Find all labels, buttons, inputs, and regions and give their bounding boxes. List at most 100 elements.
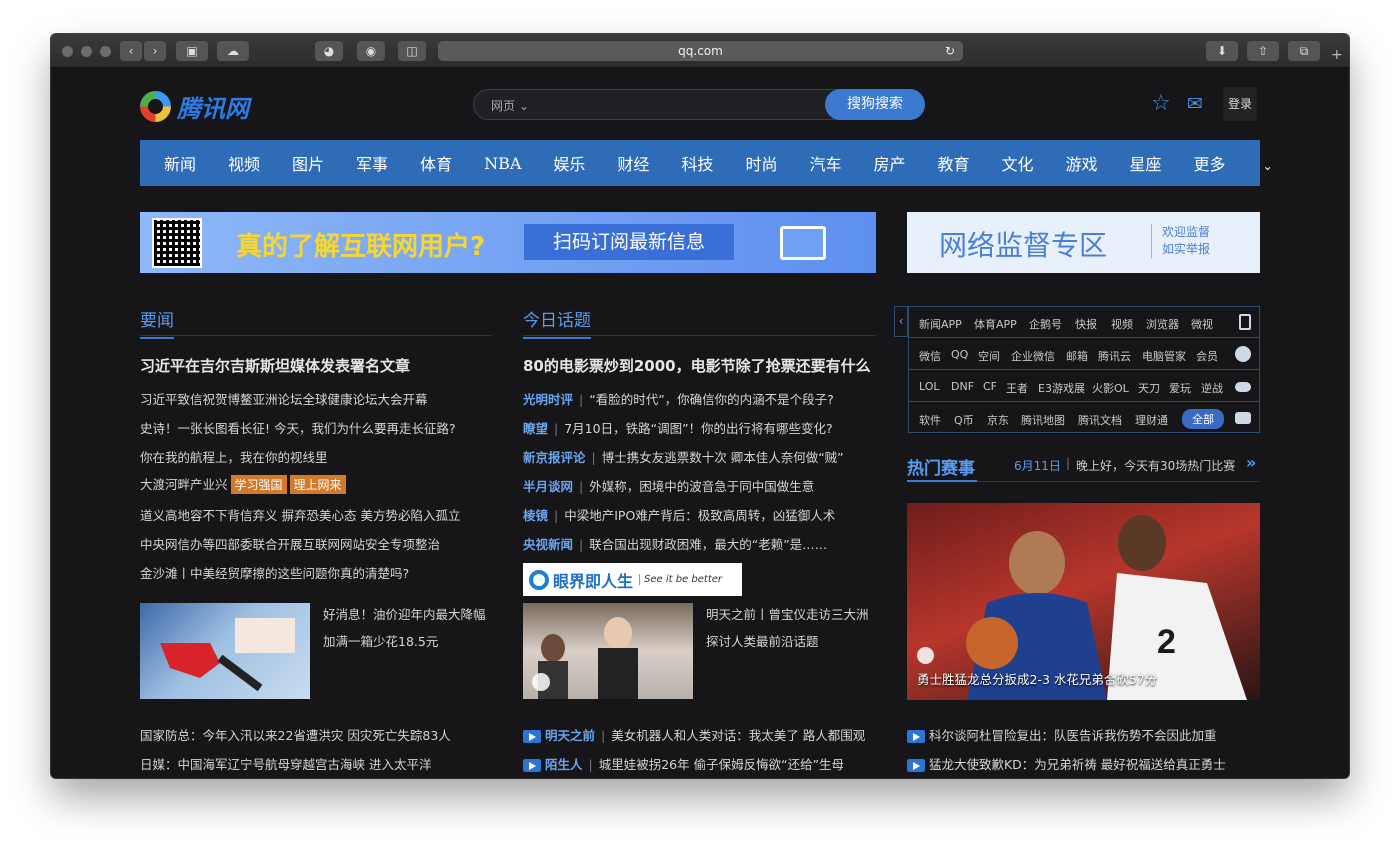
video-source[interactable]: 陌生人 — [545, 757, 583, 772]
video-item[interactable]: 猛龙大使致歉KD：为兄弟祈祷 最好祝福送给真正勇士 — [907, 754, 1226, 773]
nav-item-entertainment[interactable]: 娱乐 — [553, 151, 585, 175]
nav-item-nba[interactable]: NBA — [484, 154, 521, 173]
service-link[interactable]: 企业微信 — [1011, 348, 1055, 364]
gamepad-icon[interactable] — [1235, 382, 1251, 392]
news-item[interactable]: 史诗！一张长图看长征! 今天，我们为什么要再走长征路? — [140, 418, 456, 437]
nav-item-photos[interactable]: 图片 — [292, 151, 324, 175]
topic-item[interactable]: 瞭望 | 7月10日，铁路“调图”！你的出行将有哪些变化? — [523, 418, 833, 437]
service-link[interactable]: 腾讯地图 — [1021, 412, 1065, 428]
tabs-overview-icon[interactable]: ⧉ — [1288, 41, 1320, 61]
service-link[interactable]: 浏览器 — [1146, 316, 1179, 332]
topic-item[interactable]: 央视新闻 | 联合国出现财政困难，最大的“老赖”是…… — [523, 534, 827, 553]
service-link[interactable]: 理财通 — [1135, 412, 1168, 428]
service-link[interactable]: 逆战 — [1201, 380, 1223, 396]
mobile-phone-icon[interactable] — [1239, 314, 1251, 330]
topic-source[interactable]: 半月谈网 — [523, 479, 573, 494]
service-link[interactable]: CF — [983, 380, 997, 393]
nav-item-tech[interactable]: 科技 — [681, 151, 713, 175]
service-link[interactable]: 腾讯云 — [1098, 348, 1131, 364]
topic-source[interactable]: 光明时评 — [523, 392, 573, 407]
feature-text-2[interactable]: 加满一箱少花18.5元 — [323, 631, 438, 650]
service-link[interactable]: 天刀 — [1138, 380, 1160, 396]
service-link[interactable]: 新闻APP — [919, 316, 962, 332]
topic-item[interactable]: 半月谈网 | 外媒称，困境中的波音急于同中国做生意 — [523, 476, 814, 495]
service-link[interactable]: 视频 — [1111, 316, 1133, 332]
service-link[interactable]: QQ — [951, 348, 968, 361]
site-logo[interactable]: 腾讯网 — [140, 89, 249, 124]
robot-conversation-photo[interactable] — [523, 603, 693, 699]
service-link[interactable]: 微信 — [919, 348, 941, 364]
favorite-star-icon[interactable]: ☆ — [1151, 91, 1171, 116]
service-link[interactable]: 京东 — [987, 412, 1009, 428]
service-link[interactable]: 软件 — [919, 412, 941, 428]
close-window-button[interactable] — [62, 46, 73, 57]
service-link[interactable]: E3游戏展 — [1038, 380, 1085, 396]
icloud-tabs-icon[interactable]: ☁ — [217, 41, 249, 61]
all-services-button[interactable]: 全部 — [1182, 409, 1224, 429]
news-item[interactable]: 日媒：中国海军辽宁号航母穿越宫古海峡 进入太平洋 — [140, 754, 431, 773]
feature-text-1[interactable]: 好消息！油价迎年内最大降幅 — [323, 604, 486, 623]
topic-item[interactable]: 新京报评论 | 博士携女友逃票数十次 卿本佳人奈何做“贼” — [523, 447, 844, 466]
video-item[interactable]: 科尔谈阿杜冒险复出：队医告诉我伤势不会因此加重 — [907, 725, 1217, 744]
play-video-icon[interactable] — [917, 647, 934, 664]
sidebar-toggle-icon[interactable]: ▣ — [176, 41, 208, 61]
yanjie-promo-banner[interactable]: 眼界即人生 See it be better — [523, 563, 742, 596]
nav-item-video[interactable]: 视频 — [228, 151, 260, 175]
tag-xuexi[interactable]: 学习强国 — [230, 475, 287, 494]
back-button[interactable]: ‹ — [120, 41, 142, 61]
yaowen-title[interactable]: 要闻 — [140, 306, 174, 339]
double-chevron-right-icon[interactable]: » — [1246, 453, 1256, 472]
search-box[interactable]: 网页 ⌄ 搜狗搜索 — [473, 89, 925, 120]
nav-item-fashion[interactable]: 时尚 — [745, 151, 777, 175]
fuel-pump-photo[interactable] — [140, 603, 310, 699]
topic-item[interactable]: 光明时评 | “看脸的时代”，你确信你的内涵不是个段子? — [523, 389, 834, 408]
service-link[interactable]: 会员 — [1196, 348, 1218, 364]
nav-item-culture[interactable]: 文化 — [1002, 151, 1034, 175]
service-link[interactable]: 腾讯文档 — [1078, 412, 1122, 428]
reload-icon[interactable]: ↻ — [945, 41, 955, 61]
feature-text-1[interactable]: 明天之前丨曾宝仪走访三大洲 — [706, 604, 869, 623]
service-link[interactable]: 电脑管家 — [1142, 348, 1186, 364]
nav-item-finance[interactable]: 财经 — [617, 151, 649, 175]
service-link[interactable]: Q币 — [954, 412, 974, 428]
service-link[interactable]: 爱玩 — [1169, 380, 1191, 396]
news-item[interactable]: 金沙滩丨中美经贸摩擦的这些问题你真的清楚吗? — [140, 563, 409, 582]
jinri-headline[interactable]: 80的电影票炒到2000，电影节除了抢票还要有什么 — [523, 355, 871, 376]
nav-item-more[interactable]: 更多 ⌄ — [1194, 151, 1305, 175]
extension-1-icon[interactable]: ◕ — [315, 41, 343, 61]
news-item[interactable]: 国家防总：今年入汛以来22省遭洪灾 因灾死亡失踪83人 — [140, 725, 451, 744]
topic-source[interactable]: 央视新闻 — [523, 537, 573, 552]
nav-item-news[interactable]: 新闻 — [164, 151, 196, 175]
nav-item-education[interactable]: 教育 — [937, 151, 969, 175]
service-link[interactable]: 火影OL — [1092, 380, 1129, 396]
zoom-window-button[interactable] — [100, 46, 111, 57]
jinri-title[interactable]: 今日话题 — [523, 306, 591, 339]
nav-item-games[interactable]: 游戏 — [1066, 151, 1098, 175]
service-link[interactable]: DNF — [951, 380, 974, 393]
news-item[interactable]: 习近平致信祝贺博鳌亚洲论坛全球健康论坛大会开幕 — [140, 389, 428, 408]
topic-source[interactable]: 新京报评论 — [523, 450, 586, 465]
service-link[interactable]: LOL — [919, 380, 940, 393]
search-scope-select[interactable]: 网页 ⌄ — [491, 97, 529, 114]
yaowen-headline[interactable]: 习近平在吉尔吉斯斯坦媒体发表署名文章 — [140, 355, 410, 376]
forward-button[interactable]: › — [144, 41, 166, 61]
service-link[interactable]: 王者 — [1006, 380, 1028, 396]
nav-item-military[interactable]: 军事 — [356, 151, 388, 175]
downloads-icon[interactable]: ⬇ — [1206, 41, 1238, 61]
topic-source[interactable]: 棱镜 — [523, 508, 548, 523]
topic-source[interactable]: 瞭望 — [523, 421, 548, 436]
service-link[interactable]: 微视 — [1191, 316, 1213, 332]
news-item[interactable]: 大渡河畔产业兴 — [140, 477, 228, 492]
news-item[interactable]: 你在我的航程上，我在你的视线里 — [140, 447, 328, 466]
service-link[interactable]: 企鹅号 — [1029, 316, 1062, 332]
topic-item[interactable]: 棱镜 | 中梁地产IPO难产背后：极致高周转，凶猛御人术 — [523, 505, 835, 524]
video-item[interactable]: 明天之前 | 美女机器人和人类对话：我太美了 路人都围观 — [523, 725, 865, 744]
search-button[interactable]: 搜狗搜索 — [825, 89, 925, 120]
new-tab-icon[interactable]: + — [1331, 47, 1343, 63]
hot-events-title[interactable]: 热门赛事 — [907, 454, 975, 479]
minimize-window-button[interactable] — [81, 46, 92, 57]
play-video-icon[interactable] — [532, 673, 550, 691]
nav-item-house[interactable]: 房产 — [873, 151, 905, 175]
address-bar[interactable]: qq.com ↻ — [438, 41, 963, 61]
nav-item-auto[interactable]: 汽车 — [809, 151, 841, 175]
